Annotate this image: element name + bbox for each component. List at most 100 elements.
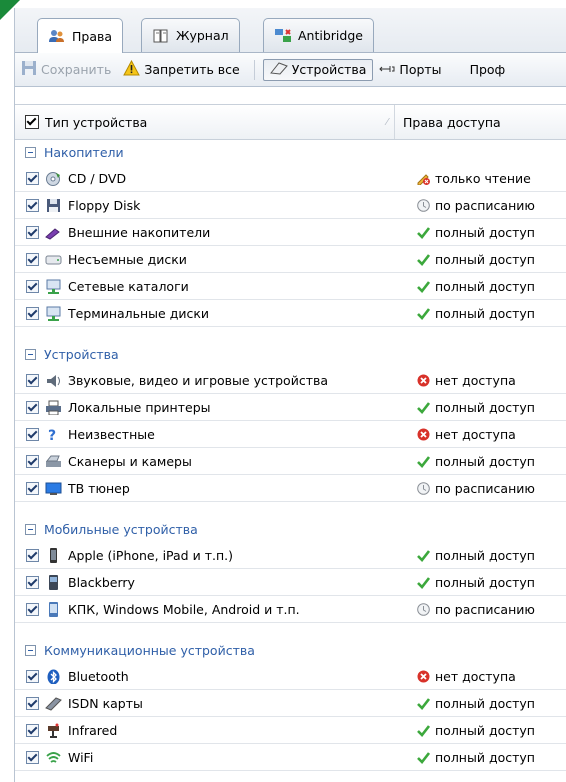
device-row[interactable]: Infrared полный доступ [15, 717, 566, 744]
save-button[interactable]: Сохранить [15, 59, 117, 81]
group-header[interactable]: Устройства [15, 341, 566, 367]
devices-icon [269, 61, 288, 78]
collapse-toggle-icon[interactable] [25, 523, 36, 535]
access-cell[interactable]: полный доступ [399, 225, 535, 240]
device-row[interactable]: ? Неизвестные нет доступа [15, 421, 566, 448]
device-type-cell: Сканеры и камеры [15, 454, 399, 469]
device-row[interactable]: Сканеры и камеры полный доступ [15, 448, 566, 475]
device-checkbox[interactable] [26, 481, 39, 495]
access-cell[interactable]: по расписанию [399, 602, 535, 617]
device-row[interactable]: ТВ тюнер по расписанию [15, 475, 566, 502]
access-cell[interactable]: нет доступа [399, 373, 516, 388]
device-row[interactable]: CD / DVD только чтение [15, 165, 566, 192]
access-cell[interactable]: полный доступ [399, 454, 535, 469]
device-checkbox[interactable] [26, 575, 39, 589]
device-checkbox[interactable] [26, 373, 39, 387]
access-cell[interactable]: полный доступ [399, 252, 535, 267]
device-checkbox[interactable] [26, 750, 39, 764]
device-checkbox[interactable] [26, 454, 39, 468]
device-row[interactable]: Blackberry полный доступ [15, 569, 566, 596]
access-cell[interactable]: полный доступ [399, 400, 535, 415]
access-cell[interactable]: по расписанию [399, 481, 535, 496]
device-checkbox[interactable] [26, 548, 39, 562]
window: Права Журнал Antibridge Сохранить Запрет… [14, 8, 566, 782]
svg-text:?: ? [48, 428, 56, 442]
access-rights-header[interactable]: Права доступа [395, 115, 501, 130]
collapse-toggle-icon[interactable] [25, 644, 36, 656]
toolbar-separator [253, 59, 255, 80]
device-checkbox[interactable] [26, 225, 39, 239]
group-header[interactable]: Коммуникационные устройства [15, 637, 566, 663]
device-row[interactable]: Несъемные диски полный доступ [15, 246, 566, 273]
deny-all-button[interactable]: Запретить все [117, 59, 245, 81]
device-name: Терминальные диски [68, 305, 210, 321]
device-type-header[interactable]: Тип устройства ⁄ [15, 105, 395, 139]
access-value: по расписанию [435, 601, 535, 617]
group-header[interactable]: Мобильные устройства [15, 516, 566, 542]
device-name: ТВ тюнер [68, 480, 130, 496]
device-row[interactable]: КПК, Windows Mobile, Android и т.п. по ра… [15, 596, 566, 623]
save-icon [21, 60, 37, 79]
access-cell[interactable]: полный доступ [399, 575, 535, 590]
select-all-checkbox[interactable] [25, 115, 39, 129]
devices-button[interactable]: Устройства [262, 58, 374, 81]
device-row[interactable]: WiFi полный доступ [15, 744, 566, 771]
device-row[interactable]: Сетевые каталоги полный доступ [15, 273, 566, 300]
tab-journal[interactable]: Журнал [141, 18, 240, 52]
device-row[interactable]: Локальные принтеры полный доступ [15, 394, 566, 421]
device-checkbox[interactable] [26, 306, 39, 320]
access-cell[interactable]: полный доступ [399, 696, 535, 711]
device-type-cell: Несъемные диски [15, 252, 399, 267]
group-title: Накопители [44, 144, 124, 160]
device-checkbox[interactable] [26, 602, 39, 616]
ports-button[interactable]: Порты [373, 59, 447, 81]
clock-icon [417, 198, 430, 212]
device-checkbox[interactable] [26, 252, 39, 266]
device-checkbox[interactable] [26, 198, 39, 212]
device-type-cell: Локальные принтеры [15, 400, 399, 415]
device-row[interactable]: Floppy Disk по расписанию [15, 192, 566, 219]
allow-check-icon [417, 697, 431, 710]
access-cell[interactable]: только чтение [399, 171, 531, 186]
device-row[interactable]: Внешние накопители полный доступ [15, 219, 566, 246]
device-type-cell: Bluetooth [15, 669, 399, 684]
access-cell[interactable]: полный доступ [399, 723, 535, 738]
device-checkbox[interactable] [26, 669, 39, 683]
device-type-cell: ? Неизвестные [15, 427, 399, 444]
profiles-button[interactable]: Проф [464, 59, 512, 81]
column-resize-grip[interactable]: ⁄ [386, 117, 388, 128]
device-name: WiFi [68, 749, 94, 765]
group-header[interactable]: Накопители [15, 139, 566, 165]
hdd-icon [45, 252, 62, 267]
usb-stick-icon [45, 225, 62, 240]
device-row[interactable]: Apple (iPhone, iPad и т.п.) полный доступ [15, 542, 566, 569]
access-cell[interactable]: нет доступа [399, 669, 516, 684]
device-checkbox[interactable] [26, 427, 39, 441]
access-cell[interactable]: полный доступ [399, 548, 535, 563]
allow-check-icon [417, 576, 431, 589]
device-type-cell: CD / DVD [15, 171, 399, 186]
access-value: полный доступ [435, 305, 535, 321]
access-cell[interactable]: по расписанию [399, 198, 535, 213]
device-row[interactable]: Терминальные диски полный доступ [15, 300, 566, 327]
collapse-toggle-icon[interactable] [25, 348, 36, 360]
allow-check-icon [417, 280, 431, 293]
access-cell[interactable]: нет доступа [399, 427, 516, 442]
access-cell[interactable]: полный доступ [399, 279, 535, 294]
collapse-toggle-icon[interactable] [25, 146, 36, 158]
device-checkbox[interactable] [26, 400, 39, 414]
allow-check-icon [417, 226, 431, 239]
device-checkbox[interactable] [26, 279, 39, 293]
tab-rights[interactable]: Права [37, 18, 124, 53]
device-row[interactable]: Bluetooth нет доступа [15, 663, 566, 690]
device-row[interactable]: Звуковые, видео и игровые устройства нет … [15, 367, 566, 394]
device-checkbox[interactable] [26, 696, 39, 710]
tab-antibridge[interactable]: Antibridge [263, 18, 374, 52]
device-row[interactable]: ISDN карты полный доступ [15, 690, 566, 717]
access-cell[interactable]: полный доступ [399, 306, 535, 321]
device-checkbox[interactable] [26, 171, 39, 185]
device-checkbox[interactable] [26, 723, 39, 737]
group-title: Устройства [44, 346, 119, 362]
access-cell[interactable]: полный доступ [399, 750, 535, 765]
